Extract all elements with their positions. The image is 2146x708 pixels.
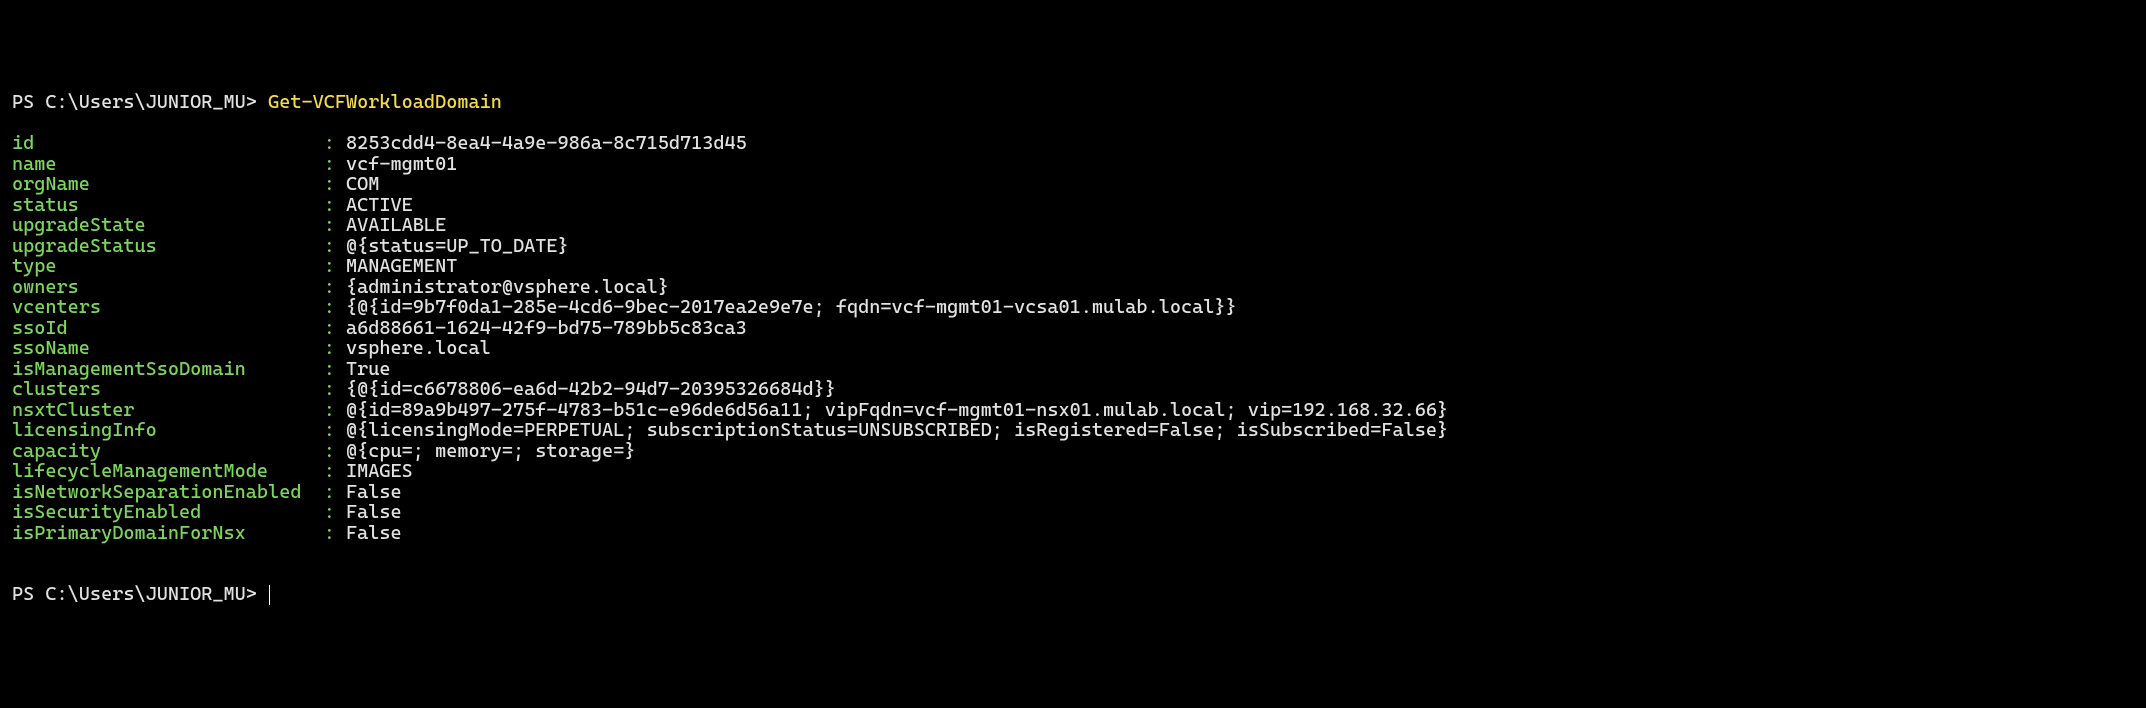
property-value: vsphere.local [346,337,491,359]
property-value: @{id=89a9b497-275f-4783-b51c-e96de6d56a1… [346,399,1448,421]
property-separator: : [313,358,346,380]
property-key: isNetworkSeparationEnabled [12,481,313,503]
property-separator: : [313,481,346,503]
blank-line [12,563,23,585]
output-row: upgradeStatus : @{status=UP_TO_DATE} [12,236,2134,257]
property-value: IMAGES [346,460,413,482]
property-separator: : [313,399,346,421]
output-row: isPrimaryDomainForNsx : False [12,523,2134,544]
property-key: name [12,153,313,175]
property-separator: : [313,522,346,544]
output-row: clusters : {@{id=c6678806-ea6d-42b2-94d7… [12,379,2134,400]
output-row: capacity : @{cpu=; memory=; storage=} [12,441,2134,462]
output-row: status : ACTIVE [12,195,2134,216]
property-value: COM [346,173,379,195]
property-separator: : [313,276,346,298]
property-separator: : [313,153,346,175]
property-key: isManagementSsoDomain [12,358,313,380]
output-row: upgradeState : AVAILABLE [12,215,2134,236]
property-separator: : [313,214,346,236]
property-key: ssoName [12,337,313,359]
property-value: {@{id=c6678806-ea6d-42b2-94d7-2039532668… [346,378,836,400]
property-value: AVAILABLE [346,214,446,236]
command-output: id : 8253cdd4-8ea4-4a9e-986a-8c715d713d4… [12,133,2134,543]
property-key: nsxtCluster [12,399,313,421]
ps-command: Get-VCFWorkloadDomain [268,91,502,113]
property-value: True [346,358,391,380]
property-separator: : [313,194,346,216]
property-key: orgName [12,173,313,195]
property-separator: : [313,460,346,482]
output-row: vcenters : {@{id=9b7f0da1-285e-4cd6-9bec… [12,297,2134,318]
property-key: status [12,194,313,216]
output-row: isSecurityEnabled : False [12,502,2134,523]
property-key: lifecycleManagementMode [12,460,313,482]
property-value: False [346,522,402,544]
output-row: lifecycleManagementMode : IMAGES [12,461,2134,482]
cursor [269,585,270,606]
property-key: type [12,255,313,277]
property-value: @{cpu=; memory=; storage=} [346,440,635,462]
property-key: owners [12,276,313,298]
property-key: isSecurityEnabled [12,501,313,523]
property-value: {administrator@vsphere.local} [346,276,669,298]
property-value: False [346,481,402,503]
ps-prompt-1: PS C:\Users\JUNIOR_MU> [12,91,268,113]
property-key: upgradeStatus [12,235,313,257]
property-key: vcenters [12,296,313,318]
property-value: @{status=UP_TO_DATE} [346,235,569,257]
property-value: vcf-mgmt01 [346,153,457,175]
property-value: 8253cdd4-8ea4-4a9e-986a-8c715d713d45 [346,132,747,154]
property-value: a6d88661-1624-42f9-bd75-789bb5c83ca3 [346,317,747,339]
output-row: nsxtCluster : @{id=89a9b497-275f-4783-b5… [12,400,2134,421]
property-key: clusters [12,378,313,400]
property-separator: : [313,440,346,462]
property-separator: : [313,132,346,154]
output-row: owners : {administrator@vsphere.local} [12,277,2134,298]
property-separator: : [313,296,346,318]
output-row: ssoName : vsphere.local [12,338,2134,359]
output-row: orgName : COM [12,174,2134,195]
property-key: licensingInfo [12,419,313,441]
property-value: False [346,501,402,523]
property-key: capacity [12,440,313,462]
property-separator: : [313,419,346,441]
property-value: @{licensingMode=PERPETUAL; subscriptionS… [346,419,1448,441]
property-value: MANAGEMENT [346,255,457,277]
property-key: upgradeState [12,214,313,236]
property-separator: : [313,501,346,523]
output-row: name : vcf-mgmt01 [12,154,2134,175]
property-separator: : [313,378,346,400]
output-row: isNetworkSeparationEnabled : False [12,482,2134,503]
property-separator: : [313,255,346,277]
output-row: ssoId : a6d88661-1624-42f9-bd75-789bb5c8… [12,318,2134,339]
property-key: ssoId [12,317,313,339]
output-row: licensingInfo : @{licensingMode=PERPETUA… [12,420,2134,441]
output-row: isManagementSsoDomain : True [12,359,2134,380]
blank-line [12,112,23,134]
property-key: isPrimaryDomainForNsx [12,522,313,544]
output-row: type : MANAGEMENT [12,256,2134,277]
terminal-window[interactable]: PS C:\Users\JUNIOR_MU> Get-VCFWorkloadDo… [12,92,2134,605]
property-value: {@{id=9b7f0da1-285e-4cd6-9bec-2017ea2e9e… [346,296,1237,318]
ps-prompt-2: PS C:\Users\JUNIOR_MU> [12,583,268,605]
property-separator: : [313,235,346,257]
property-key: id [12,132,313,154]
property-value: ACTIVE [346,194,413,216]
property-separator: : [313,173,346,195]
property-separator: : [313,337,346,359]
property-separator: : [313,317,346,339]
output-row: id : 8253cdd4-8ea4-4a9e-986a-8c715d713d4… [12,133,2134,154]
